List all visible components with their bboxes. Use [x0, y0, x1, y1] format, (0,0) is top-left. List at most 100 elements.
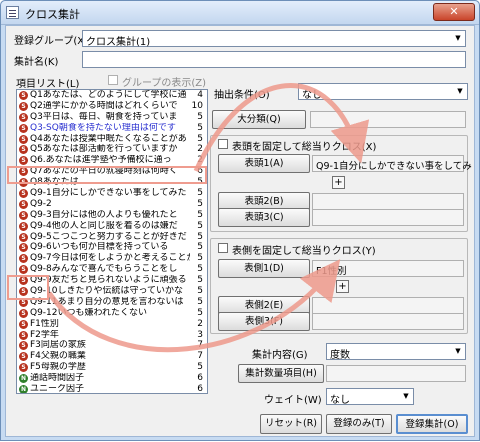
list-item-label: F2学年: [30, 329, 59, 340]
single-answer-icon: S: [19, 210, 28, 220]
list-item[interactable]: S Q9-5こつこつと努力することが好きだ 5: [17, 232, 207, 243]
register-only-button[interactable]: 登録のみ(T): [326, 414, 392, 434]
list-item-label: ユニーク因子: [30, 384, 85, 394]
head3-button[interactable]: 表頭3(C): [218, 208, 310, 227]
close-button[interactable]: ✕: [433, 3, 475, 21]
list-item-count: 7: [197, 351, 203, 362]
list-item[interactable]: S Q9-3自分には他の人よりも優れたと 5: [17, 210, 207, 221]
list-item-label: Q9-12いつも嫌われたくない: [30, 307, 148, 318]
list-item-count: 2: [197, 155, 203, 166]
list-item[interactable]: S F2学年 3: [17, 330, 207, 341]
list-item[interactable]: S Q2通学にかかる時間はどれくらいで 10: [17, 101, 207, 112]
list-item[interactable]: S Q1あなたは、どのようにして学校に通 4: [17, 90, 207, 101]
filter-select[interactable]: なし ▼: [298, 83, 468, 101]
group-view-label: グループの表示(Z): [122, 78, 207, 89]
list-item[interactable]: S Q9-2 5: [17, 199, 207, 210]
list-item-count: 10: [191, 100, 203, 111]
single-answer-icon: S: [19, 189, 28, 199]
single-answer-icon: S: [19, 308, 28, 318]
list-item[interactable]: S Q3-SQ朝食を持たない理由は何です 5: [17, 123, 207, 134]
list-item-count: 5: [197, 286, 203, 297]
head-add-button[interactable]: +: [332, 176, 345, 189]
group-label: 登録グループ(X): [14, 36, 89, 47]
single-answer-icon: S: [19, 123, 28, 133]
list-item[interactable]: S Q9-4他の人と同じ服を着るのは嫌だ 5: [17, 221, 207, 232]
list-item-count: 2: [197, 144, 203, 155]
list-item-count: 5: [197, 307, 203, 318]
head1-button[interactable]: 表頭1(A): [218, 154, 310, 173]
window-title: クロス集計: [25, 8, 80, 21]
list-item-count: 5: [197, 220, 203, 231]
numeric-item-icon: N: [19, 385, 28, 394]
reset-button[interactable]: リセット(R): [260, 414, 322, 434]
name-input[interactable]: [82, 51, 466, 68]
list-item-label: Q5あなたは部活動を行っていますか: [30, 144, 178, 155]
list-item[interactable]: S Q5あなたは部活動を行っていますか 2: [17, 144, 207, 155]
head-fixed-checkbox[interactable]: [218, 139, 228, 149]
register-calc-button[interactable]: 登録集計(O): [396, 414, 468, 434]
list-item-count: 5: [197, 275, 203, 286]
list-item-label: F1性別: [30, 318, 59, 329]
single-answer-icon: S: [19, 265, 28, 275]
list-item-count: 5: [197, 122, 203, 133]
list-item-count: 5: [197, 253, 203, 264]
side1-button[interactable]: 表側1(D): [218, 259, 310, 278]
single-answer-icon: S: [19, 156, 28, 166]
filter-label: 抽出条件(O): [214, 90, 270, 101]
list-item[interactable]: S F1性別 2: [17, 319, 207, 330]
chevron-down-icon: ▼: [455, 34, 461, 42]
calc-select[interactable]: 度数 ▼: [326, 343, 466, 361]
list-item-label: Q3-SQ朝食を持たない理由は何です: [30, 122, 176, 133]
highlight-f1-item: [7, 275, 49, 300]
single-answer-icon: S: [19, 330, 28, 340]
list-item-count: 5: [197, 296, 203, 307]
list-item[interactable]: S Q9-6いつも何か目標を持っている 5: [17, 242, 207, 253]
list-item[interactable]: S Q9-7今日は何をしようかと考えることが 5: [17, 253, 207, 264]
single-answer-icon: S: [19, 145, 28, 155]
list-item[interactable]: S Q4あなたは授業中眠たくなることがあ 5: [17, 134, 207, 145]
list-item[interactable]: S Q9-1自分にしかできない事をしてみた 5: [17, 188, 207, 199]
list-item-count: 5: [197, 209, 203, 220]
count-item-field: [326, 365, 466, 382]
side-fixed-checkbox[interactable]: [218, 243, 228, 253]
list-item[interactable]: S F4父親の職業 7: [17, 351, 207, 362]
list-item[interactable]: S Q9-12いつも嫌われたくない 5: [17, 308, 207, 319]
list-item-label: Q2通学にかかる時間はどれくらいで: [30, 100, 178, 111]
list-item[interactable]: S Q6.あなたは進学塾や予備校に通っ 2: [17, 155, 207, 166]
name-label: 集計名(K): [14, 57, 59, 68]
list-item-count: 5: [197, 242, 203, 253]
major-category-button[interactable]: 大分類(Q): [212, 110, 306, 129]
list-item[interactable]: S F5母親の学歴 5: [17, 362, 207, 373]
count-item-button[interactable]: 集計数量項目(H): [238, 364, 324, 383]
items-label: 項目リスト(L): [16, 79, 80, 90]
list-item-label: Q9-4他の人と同じ服を着るのは嫌だ: [30, 220, 178, 231]
side-fixed-label: 表側を固定して総当りクロス(Y): [232, 246, 376, 257]
list-item-label: Q9-10しきたりや伝統は守っていかな: [30, 286, 184, 297]
weight-label: ウェイト(W): [264, 395, 322, 406]
group-select-value: クロス集計(1): [86, 37, 151, 48]
list-item[interactable]: N ユニーク因子 6: [17, 384, 207, 394]
list-item-label: 通話時間因子: [30, 373, 85, 384]
list-item-count: 5: [197, 111, 203, 122]
group-view-checkbox[interactable]: [108, 75, 118, 85]
list-item[interactable]: N 通話時間因子 6: [17, 373, 207, 384]
weight-select[interactable]: なし ▼: [326, 388, 414, 406]
list-item-label: Q4あなたは授業中眠たくなることがあ: [30, 133, 187, 144]
list-item-label: Q9-1自分にしかできない事をしてみた: [30, 188, 187, 199]
single-answer-icon: S: [19, 221, 28, 231]
list-item-label: Q9-2: [30, 198, 52, 209]
group-select[interactable]: クロス集計(1) ▼: [82, 30, 466, 48]
list-item[interactable]: S Q9-8みんなで喜んでもらうことをし 5: [17, 264, 207, 275]
items-list[interactable]: S Q1あなたは、どのようにして学校に通 4 S Q2通学にかかる時間はどれくらいで 10…: [16, 89, 208, 394]
side-add-button[interactable]: +: [336, 280, 349, 293]
side3-button[interactable]: 表側3(F): [218, 312, 310, 331]
highlight-q9-1-item: [7, 166, 207, 184]
list-item-label: Q9-9友だちと見られないように頑張る: [30, 275, 187, 286]
head1-field: Q9-1自分にしかできない事をしてみ: [312, 155, 472, 172]
list-item-label: Q6.あなたは進学塾や予備校に通っ: [30, 155, 172, 166]
single-answer-icon: S: [19, 199, 28, 209]
chevron-down-icon: ▼: [455, 347, 461, 355]
list-item[interactable]: S F3同居の家族 7: [17, 340, 207, 351]
list-item-label: Q1あなたは、どのようにして学校に通: [30, 90, 187, 100]
list-item[interactable]: S Q3平日は、毎日、朝食を持っていま 5: [17, 112, 207, 123]
